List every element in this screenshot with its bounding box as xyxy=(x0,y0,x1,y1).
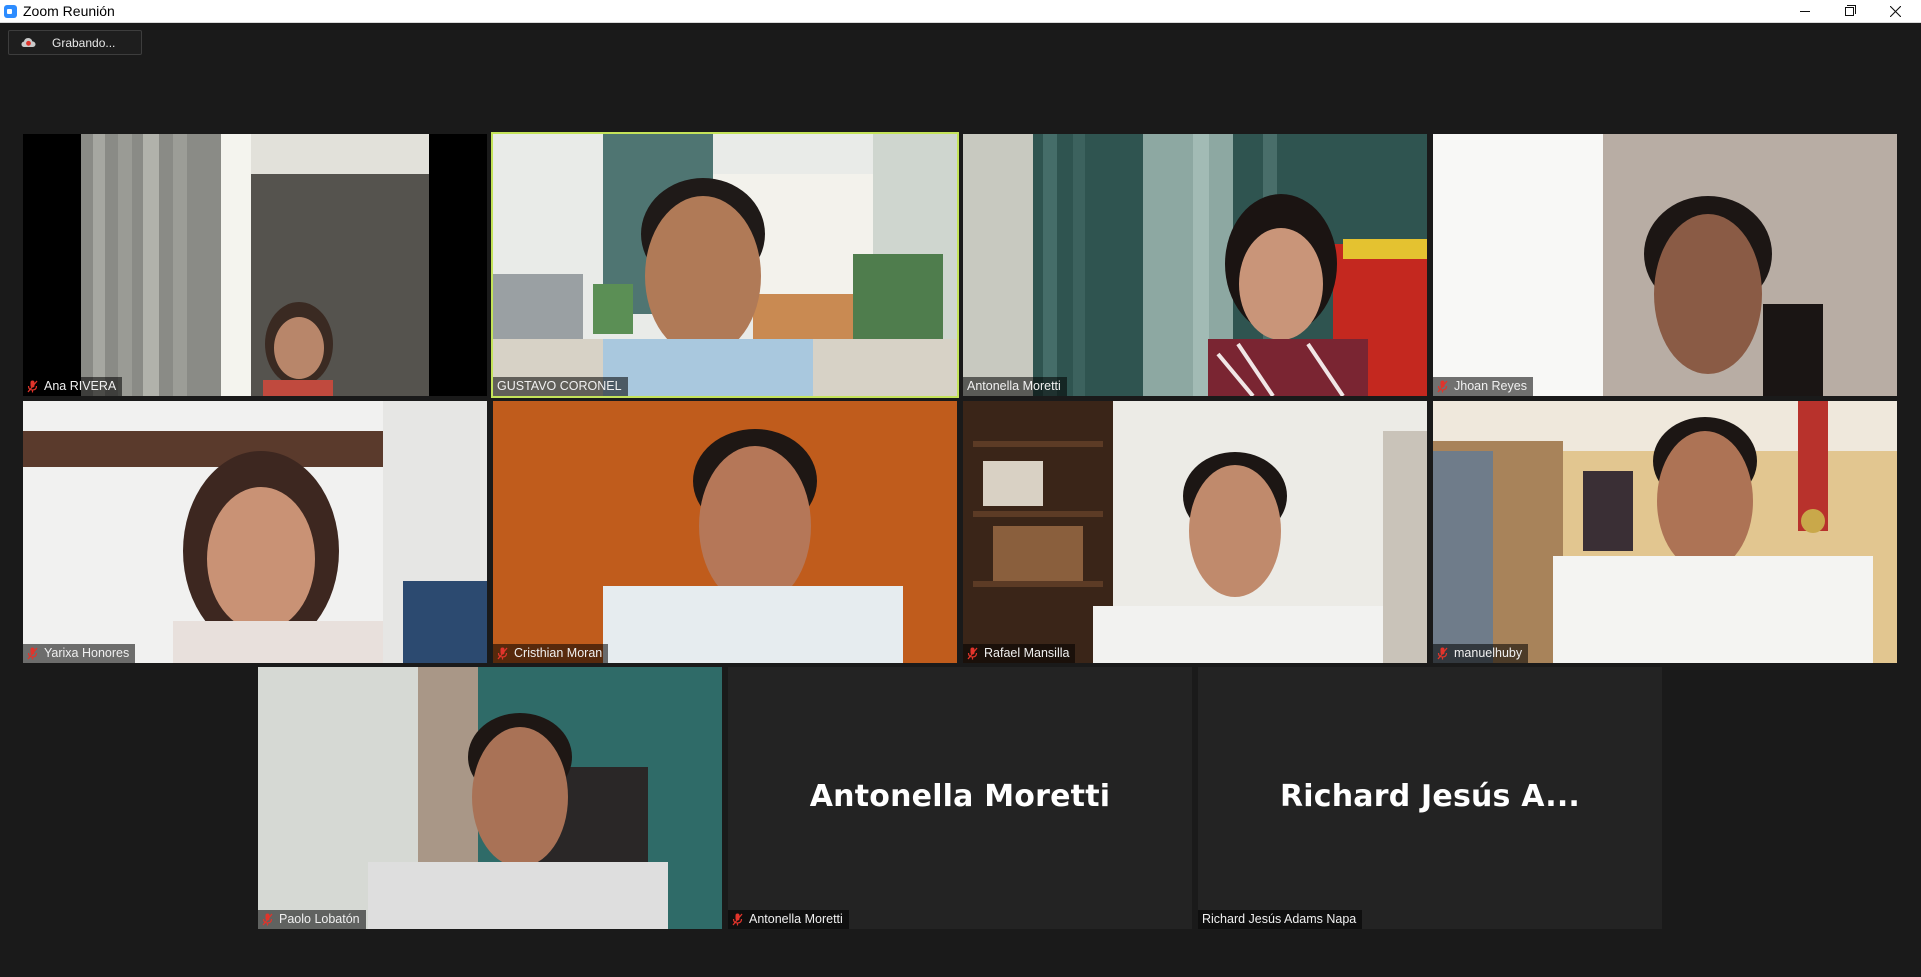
minimize-button[interactable] xyxy=(1782,0,1828,22)
muted-mic-icon xyxy=(27,647,38,660)
participant-video xyxy=(963,401,1427,663)
participant-name-tag: Cristhian Moran xyxy=(493,644,609,663)
recording-indicator[interactable]: Grabando... xyxy=(8,30,142,55)
participant-name: Antonella Moretti xyxy=(967,379,1061,393)
participant-display-name: Antonella Moretti xyxy=(809,779,1111,814)
participant-video xyxy=(23,401,487,663)
participant-name-tag: Yarixa Honores xyxy=(23,644,136,663)
participant-tile[interactable]: Paolo Lobatón xyxy=(258,667,722,929)
participant-tile[interactable]: Jhoan Reyes xyxy=(1433,134,1897,396)
participant-name: GUSTAVO CORONEL xyxy=(497,379,622,393)
muted-mic-icon xyxy=(967,647,978,660)
participant-name-tag: Antonella Moretti xyxy=(728,910,849,929)
participant-video xyxy=(1433,401,1897,663)
participant-name: Paolo Lobatón xyxy=(279,912,360,926)
participant-name-tag: Ana RIVERA xyxy=(23,377,123,396)
participant-video xyxy=(1433,134,1897,396)
participant-name: manuelhuby xyxy=(1454,646,1523,660)
participant-tile[interactable]: Ana RIVERA xyxy=(23,134,487,396)
participant-name: Richard Jesús Adams Napa xyxy=(1202,912,1357,926)
participant-tile-active-speaker[interactable]: GUSTAVO CORONEL xyxy=(491,132,959,398)
participant-name: Jhoan Reyes xyxy=(1454,379,1527,393)
muted-mic-icon xyxy=(262,913,273,926)
participant-name: Ana RIVERA xyxy=(44,379,117,393)
muted-mic-icon xyxy=(732,913,743,926)
muted-mic-icon xyxy=(1437,647,1448,660)
recording-label: Grabando... xyxy=(52,36,116,50)
participant-tile[interactable]: Yarixa Honores xyxy=(23,401,487,663)
participant-tile[interactable]: Rafael Mansilla xyxy=(963,401,1427,663)
minimize-icon xyxy=(1800,10,1810,12)
cloud-recording-icon xyxy=(21,38,36,47)
participant-name-tag: Antonella Moretti xyxy=(963,377,1067,396)
restore-icon xyxy=(1844,4,1856,16)
participant-name: Rafael Mansilla xyxy=(984,646,1070,660)
participant-name-tag: Jhoan Reyes xyxy=(1433,377,1533,396)
participant-tile[interactable]: Antonella Moretti xyxy=(963,134,1427,396)
muted-mic-icon xyxy=(497,647,508,660)
participant-name-tag: Paolo Lobatón xyxy=(258,910,366,929)
participant-name: Antonella Moretti xyxy=(749,912,843,926)
participant-video xyxy=(493,134,957,396)
participant-tile[interactable]: Cristhian Moran xyxy=(493,401,957,663)
restore-button[interactable] xyxy=(1826,0,1872,22)
participant-tile-no-video[interactable]: Richard Jesús A... Richard Jesús Adams N… xyxy=(1198,667,1662,929)
close-icon xyxy=(1889,5,1901,17)
muted-mic-icon xyxy=(27,380,38,393)
muted-mic-icon xyxy=(1437,380,1448,393)
zoom-app-icon xyxy=(4,5,17,18)
participant-tile[interactable]: manuelhuby xyxy=(1433,401,1897,663)
participant-tile-no-video[interactable]: Antonella Moretti Antonella Moretti xyxy=(728,667,1192,929)
participant-name-tag: Richard Jesús Adams Napa xyxy=(1198,910,1363,929)
participant-name-tag: Rafael Mansilla xyxy=(963,644,1076,663)
participant-name: Cristhian Moran xyxy=(514,646,603,660)
participant-video xyxy=(493,401,957,663)
participant-video xyxy=(258,667,722,929)
participant-video xyxy=(963,134,1427,396)
window-titlebar: Zoom Reunión xyxy=(0,0,1921,23)
participant-video xyxy=(23,134,487,396)
participant-display-name: Richard Jesús A... xyxy=(1279,779,1581,814)
close-button[interactable] xyxy=(1872,0,1918,22)
participant-name: Yarixa Honores xyxy=(44,646,130,660)
participant-name-tag: GUSTAVO CORONEL xyxy=(493,377,628,396)
participant-name-tag: manuelhuby xyxy=(1433,644,1529,663)
window-title: Zoom Reunión xyxy=(23,3,115,19)
